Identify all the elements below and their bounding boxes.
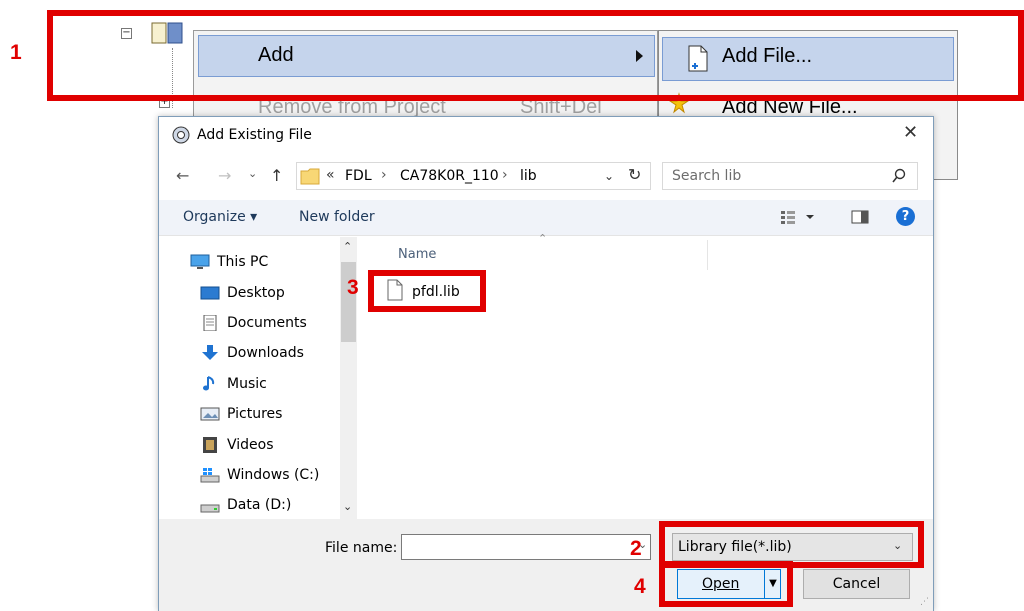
chevron-down-icon: ⌄	[893, 539, 903, 552]
recent-dropdown-icon[interactable]: ⌄	[248, 167, 257, 180]
step-number-1: 1	[10, 41, 22, 64]
dialog-title: Add Existing File	[197, 127, 312, 143]
nav-item-label: Pictures	[227, 406, 283, 422]
nav-item-label: Music	[227, 376, 267, 392]
nav-item-windows-c[interactable]: Windows (C:)	[200, 467, 319, 483]
nav-item-music[interactable]: Music	[200, 376, 267, 392]
add-new-file-icon	[668, 92, 690, 114]
scroll-up-icon[interactable]: ⌃	[343, 240, 352, 253]
downloads-icon	[202, 345, 218, 360]
nav-item-label: Documents	[227, 315, 307, 331]
project-book-icon	[151, 22, 183, 44]
folder-icon	[300, 168, 320, 185]
breadcrumb-ca78k0r[interactable]: CA78K0R_110	[400, 168, 499, 184]
cancel-button[interactable]: Cancel	[803, 569, 910, 599]
organize-button[interactable]: Organize ▾	[183, 209, 257, 225]
nav-item-downloads[interactable]: Downloads	[200, 345, 304, 361]
nav-scroll-thumb[interactable]	[341, 262, 356, 342]
up-arrow-icon[interactable]: ↑	[270, 166, 283, 185]
file-type-value: Library file(*.lib)	[678, 539, 792, 555]
tree-connector	[172, 48, 173, 108]
open-button-label: Open	[702, 576, 740, 592]
pictures-icon	[200, 407, 220, 421]
music-icon	[203, 376, 215, 391]
submenu-arrow-icon	[636, 50, 643, 62]
desktop-icon	[200, 286, 220, 300]
nav-item-label: Windows (C:)	[227, 467, 320, 483]
search-icon[interactable]	[891, 168, 907, 184]
step-number-3: 3	[347, 276, 359, 299]
scroll-down-icon[interactable]: ⌄	[343, 500, 352, 513]
nav-item-label: Videos	[227, 437, 274, 453]
menu-item-add-file-label: Add File...	[722, 45, 813, 67]
nav-item-documents[interactable]: Documents	[200, 315, 307, 331]
nav-item-label: Desktop	[227, 285, 285, 301]
file-name-label: File name:	[325, 540, 398, 556]
help-icon[interactable]: ?	[896, 207, 915, 226]
drive-data-icon	[200, 504, 220, 513]
nav-item-label: Downloads	[227, 345, 304, 361]
file-icon	[387, 279, 403, 301]
step-number-2: 2	[630, 537, 642, 560]
view-options-icon[interactable]	[780, 209, 820, 225]
menu-item-add-label: Add	[258, 44, 294, 66]
nav-item-label: This PC	[217, 254, 269, 270]
videos-icon	[203, 437, 217, 453]
sort-ascending-icon: ⌃	[538, 232, 548, 245]
preview-pane-icon[interactable]	[851, 209, 869, 225]
breadcrumb-separator-icon: ›	[381, 167, 387, 183]
file-name-input[interactable]	[401, 534, 651, 560]
close-icon[interactable]: ✕	[903, 122, 918, 143]
address-dropdown-icon[interactable]: ⌄	[604, 169, 614, 183]
column-separator[interactable]	[707, 240, 708, 270]
documents-icon	[203, 315, 217, 331]
back-arrow-icon[interactable]: ←	[176, 166, 189, 185]
nav-item-data-d[interactable]: Data (D:)	[200, 497, 291, 513]
search-placeholder: Search lib	[672, 168, 742, 184]
tree-expand-icon[interactable]: +	[159, 97, 170, 108]
forward-arrow-icon[interactable]: →	[218, 166, 231, 185]
breadcrumb-lib[interactable]: lib	[520, 168, 537, 184]
new-folder-button[interactable]: New folder	[299, 209, 375, 225]
tree-collapse-icon[interactable]: −	[121, 28, 132, 39]
column-header-name[interactable]: Name	[398, 247, 436, 262]
step-number-4: 4	[634, 575, 646, 598]
nav-item-videos[interactable]: Videos	[200, 437, 274, 453]
file-item-pfdl-lib[interactable]: pfdl.lib	[412, 284, 460, 300]
nav-item-desktop[interactable]: Desktop	[200, 285, 285, 301]
resize-grip-icon[interactable]: ⋰	[920, 597, 929, 607]
dialog-app-icon	[172, 126, 190, 144]
open-button[interactable]: Open ▼	[677, 569, 781, 599]
address-overflow-chevrons[interactable]: «	[326, 167, 335, 183]
pc-icon	[190, 254, 210, 269]
breadcrumb-fdl[interactable]: FDL	[345, 168, 372, 184]
breadcrumb-separator-icon: ›	[502, 167, 508, 183]
nav-item-this-pc[interactable]: This PC	[190, 254, 268, 270]
add-file-icon	[688, 45, 708, 72]
refresh-icon[interactable]: ↻	[628, 165, 641, 184]
open-split-arrow-icon[interactable]: ▼	[764, 570, 781, 598]
nav-item-label: Data (D:)	[227, 497, 292, 513]
nav-item-pictures[interactable]: Pictures	[200, 406, 282, 422]
drive-windows-icon	[200, 468, 220, 483]
